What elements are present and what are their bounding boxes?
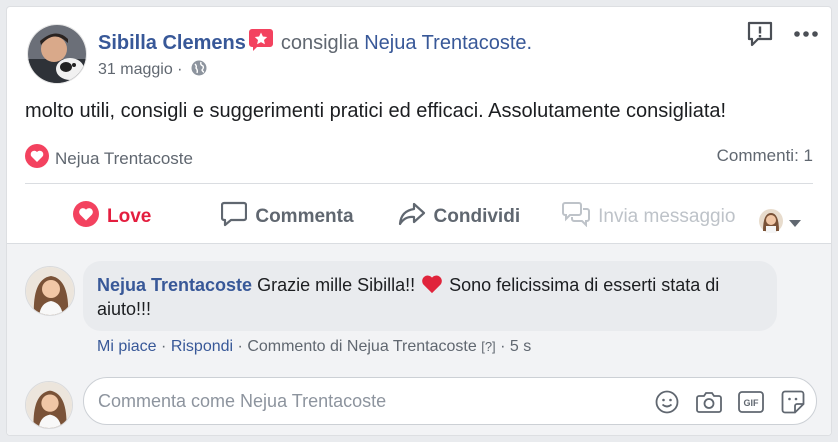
love-label: Love xyxy=(107,206,152,227)
reply-link[interactable]: Rispondi xyxy=(171,338,233,355)
comment-time[interactable]: 5 s xyxy=(510,338,531,355)
post-meta: 31 maggio · xyxy=(98,60,207,81)
heart-icon xyxy=(25,144,49,173)
love-button[interactable]: Love xyxy=(73,201,151,233)
message-icon xyxy=(562,201,591,233)
comment-composer: GIF xyxy=(83,377,817,425)
comment-actions: Mi piace · Rispondi · Commento di Nejua … xyxy=(97,338,531,356)
comment-button[interactable]: Commenta xyxy=(221,201,354,233)
commenter-avatar[interactable] xyxy=(25,266,75,316)
comments-section: Nejua Trentacoste Grazie mille Sibilla!!… xyxy=(7,243,831,435)
heart-icon xyxy=(73,201,99,233)
send-message-label: Invia messaggio xyxy=(598,206,736,227)
identity-switcher[interactable] xyxy=(759,209,801,238)
heart-emoji-icon xyxy=(420,275,444,295)
globe-icon[interactable] xyxy=(191,60,207,81)
reactions-summary[interactable]: Nejua Trentacoste xyxy=(25,144,193,173)
sticker-icon[interactable] xyxy=(780,389,806,415)
meta-separator: · xyxy=(177,61,183,78)
comment-label: Commenta xyxy=(255,206,354,227)
like-comment-link[interactable]: Mi piace xyxy=(97,338,157,355)
composer-avatar xyxy=(25,381,73,429)
report-icon[interactable] xyxy=(747,21,773,47)
share-button[interactable]: Condividi xyxy=(398,202,521,232)
reactor-name: Nejua Trentacoste xyxy=(55,148,193,168)
gif-icon[interactable]: GIF xyxy=(738,389,764,415)
comment-author[interactable]: Nejua Trentacoste xyxy=(97,275,252,295)
camera-icon[interactable] xyxy=(696,389,722,415)
post-header: Sibilla Clemens consiglia Nejua Trentacos… xyxy=(98,29,532,57)
post-options xyxy=(747,21,819,47)
share-icon xyxy=(398,202,426,232)
dot-separator: · xyxy=(161,338,167,355)
divider xyxy=(25,183,813,184)
author-avatar[interactable] xyxy=(27,24,87,84)
dot-separator: · xyxy=(500,338,506,355)
author-name[interactable]: Sibilla Clemens xyxy=(98,32,246,54)
comment-bubble: Nejua Trentacoste Grazie mille Sibilla!!… xyxy=(83,261,777,331)
composer-tools: GIF xyxy=(654,389,806,415)
emoji-icon[interactable] xyxy=(654,389,680,415)
comment-icon xyxy=(221,201,248,233)
send-message-button[interactable]: Invia messaggio xyxy=(562,201,735,233)
post-body: molto utili, consigli e suggerimenti pra… xyxy=(25,100,727,122)
share-label: Condividi xyxy=(433,206,521,227)
post-card: Sibilla Clemens consiglia Nejua Trentacos… xyxy=(6,6,832,436)
post-date[interactable]: 31 maggio xyxy=(98,61,173,78)
comment-byline: Commento di Nejua Trentacoste xyxy=(247,338,477,355)
comments-count[interactable]: Commenti: 1 xyxy=(717,146,813,166)
page-avatar xyxy=(759,209,783,238)
page-link[interactable]: Nejua Trentacoste. xyxy=(364,32,532,54)
star-badge-icon xyxy=(248,29,273,57)
comment-text-part1: Grazie mille Sibilla!! xyxy=(257,275,416,295)
help-marker[interactable]: [?] xyxy=(481,339,495,354)
dot-separator: · xyxy=(237,338,243,355)
svg-text:GIF: GIF xyxy=(744,398,760,408)
comment-input[interactable] xyxy=(98,378,618,424)
chevron-down-icon xyxy=(789,215,801,233)
more-icon[interactable] xyxy=(793,21,819,47)
recommends-text: consiglia xyxy=(280,32,359,54)
action-bar: Love Commenta Condividi Invia messaggio xyxy=(25,191,813,243)
